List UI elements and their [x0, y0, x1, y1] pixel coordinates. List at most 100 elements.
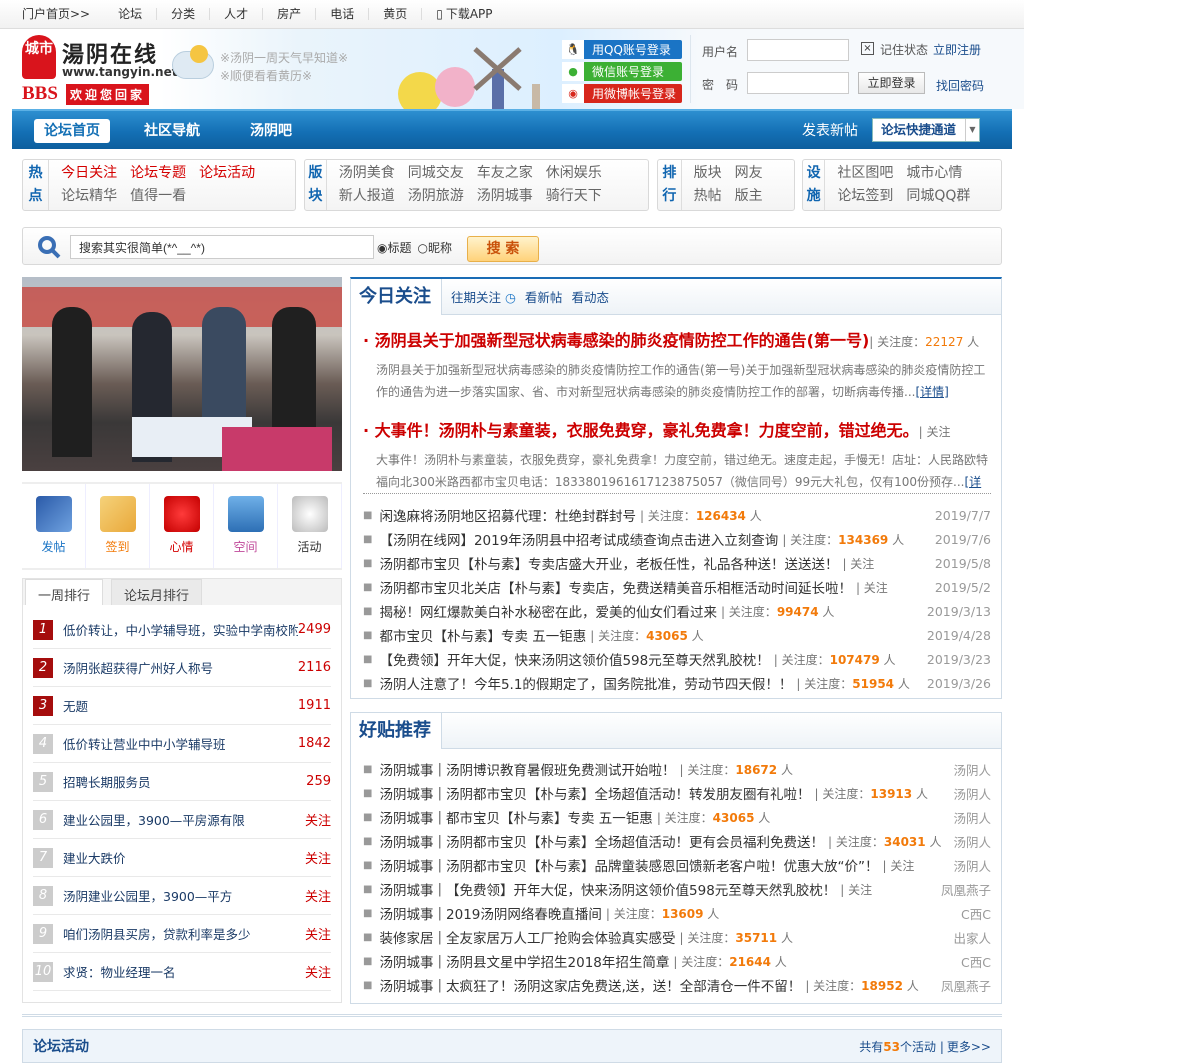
almanac-link[interactable]: ※顺便看看黄历※ — [220, 67, 348, 85]
category-link[interactable]: 汤阴城事 — [379, 975, 433, 995]
quick-link[interactable]: 汤阴城事 — [477, 185, 533, 208]
ranking-row[interactable]: 7 建业大跌价 关注 — [33, 839, 331, 877]
item-title[interactable]: 太疯狂了！汤阴这家店免费送,送，送！全部清仓一件不留！ — [446, 975, 801, 995]
category-link[interactable]: 汤阴城事 — [379, 831, 433, 851]
item-author[interactable]: 汤阴人 — [953, 832, 991, 851]
item-title[interactable]: 汤阴都市宝贝【朴与素】全场超值活动！更有会员福利免费送！ — [446, 831, 824, 851]
item-author[interactable]: 出家人 — [953, 928, 991, 947]
list-item[interactable]: ■ 汤阴城事 | 汤阴县文星中学招生2018年招生简章 | 关注度：21644 人 C西C — [363, 949, 991, 973]
list-item[interactable]: ■ 装修家居 | 全友家居万人工厂抢购会体验真实感受 | 关注度：35711 人 出家人 — [363, 925, 991, 949]
item-title[interactable]: 汤阴博识教育暑假班免费测试开始啦！ — [446, 759, 676, 779]
item-title[interactable]: 汤阴都市宝贝【朴与素】专卖店盛大开业，老板任性，礼品各种送！送送送！ — [379, 553, 838, 573]
new-post-link[interactable]: 发表新帖 — [792, 119, 868, 143]
topbar-link-forum[interactable]: 论坛 — [104, 8, 158, 20]
item-author[interactable]: 凤凰燕子 — [941, 976, 991, 995]
quick-link[interactable]: 同城交友 — [408, 162, 464, 185]
nav-tangyin-bar[interactable]: 汤阴吧 — [240, 119, 302, 143]
quick-icon-2[interactable]: 心情 — [150, 484, 214, 568]
activity-more-link[interactable]: 更多>> — [947, 1038, 991, 1055]
item-title[interactable]: 2019汤阴网络春晚直播间 — [446, 903, 602, 923]
topbar-link-jobs[interactable]: 人才 — [210, 8, 264, 20]
item-author[interactable]: 凤凰燕子 — [941, 880, 991, 899]
quick-link[interactable]: 今日关注 — [61, 162, 117, 185]
item-title[interactable]: 汤阴县文星中学招生2018年招生简章 — [446, 951, 669, 971]
quick-icon-1[interactable]: 签到 — [86, 484, 150, 568]
item-title[interactable]: 闲逸麻将汤阴地区招募代理：杜绝封群封号 — [379, 505, 636, 525]
item-title[interactable]: 汤阴都市宝贝【朴与素】品牌童装感恩回馈新老客户啦！优惠大放“价”！ — [446, 855, 879, 875]
category-link[interactable]: 汤阴城事 — [379, 903, 433, 923]
item-author[interactable]: 汤阴人 — [953, 856, 991, 875]
quick-link[interactable]: 同城QQ群 — [906, 185, 970, 208]
quick-link[interactable]: 汤阴美食 — [339, 162, 395, 185]
qq-login-button[interactable]: 🐧 用QQ账号登录 — [562, 40, 682, 59]
rank-title[interactable]: 咱们汤阴县买房，贷款利率是多少 — [63, 924, 305, 943]
quick-link[interactable]: 值得一看 — [130, 185, 186, 208]
quick-link[interactable]: 社区图吧 — [837, 162, 893, 185]
ranking-row[interactable]: 5 招聘长期服务员 259 — [33, 763, 331, 801]
tab-weekly[interactable]: 一周排行 — [25, 579, 103, 605]
past-focus-link[interactable]: 往期关注 ◷ — [451, 287, 516, 306]
rank-title[interactable]: 低价转让营业中中小学辅导班 — [63, 734, 298, 753]
rank-title[interactable]: 汤阴张超获得广州好人称号 — [63, 658, 298, 677]
list-item[interactable]: ■ 汤阴城事 | 汤阴都市宝贝【朴与素】全场超值活动！更有会员福利免费送！ | 关注度：… — [363, 829, 991, 853]
item-author[interactable]: C西C — [961, 904, 991, 923]
list-item[interactable]: ■ 汤阴都市宝贝【朴与素】专卖店盛大开业，老板任性，礼品各种送！送送送！ | 关注 2… — [363, 551, 991, 575]
rank-title[interactable]: 建业大跌价 — [63, 848, 305, 867]
weather-link[interactable]: ※汤阴一周天气早知道※ — [220, 49, 348, 67]
weibo-login-button[interactable]: ◉ 用微博帐号登录 — [562, 84, 682, 103]
nav-community[interactable]: 社区导航 — [134, 119, 210, 143]
category-link[interactable]: 汤阴城事 — [379, 855, 433, 875]
headline-title[interactable]: 汤阴县关于加强新型冠状病毒感染的肺炎疫情防控工作的通告(第一号) — [375, 331, 870, 350]
list-item[interactable]: ■ 汤阴人注意了！今年5.1的假期定了，国务院批准，劳动节四天假！！ | 关注度：5… — [363, 671, 991, 695]
ranking-row[interactable]: 10 求贤：物业经理一名 关注 — [33, 953, 331, 991]
topbar-link-phone[interactable]: 电话 — [316, 8, 370, 20]
quick-link[interactable]: 新人报道 — [339, 185, 395, 208]
quick-link[interactable]: 论坛签到 — [837, 185, 893, 208]
item-author[interactable]: 汤阴人 — [953, 760, 991, 779]
list-item[interactable]: ■ 【汤阴在线网】2019年汤阴县中招考试成绩查询点击进入立刻查询 | 关注度：13… — [363, 527, 991, 551]
category-link[interactable]: 汤阴城事 — [379, 951, 433, 971]
headline[interactable]: · 汤阴县关于加强新型冠状病毒感染的肺炎疫情防控工作的通告(第一号)| 关注度：… — [363, 327, 979, 351]
radio-title[interactable]: ◉ — [377, 241, 387, 255]
category-link[interactable]: 汤阴城事 — [379, 783, 433, 803]
quick-link[interactable]: 城市心情 — [906, 162, 962, 185]
quick-icon-4[interactable]: 活动 — [278, 484, 342, 568]
quick-icon-3[interactable]: 空间 — [214, 484, 278, 568]
topbar-link-realestate[interactable]: 房产 — [263, 8, 317, 20]
rank-title[interactable]: 招聘长期服务员 — [63, 772, 306, 791]
login-button[interactable]: 立即登录 — [858, 72, 925, 94]
ranking-row[interactable]: 1 低价转让，中小学辅导班，实验中学南校附 2499 — [33, 611, 331, 649]
category-link[interactable]: 汤阴城事 — [379, 759, 433, 779]
forgot-password-link[interactable]: 找回密码 — [936, 77, 984, 94]
list-item[interactable]: ■ 汤阴城事 | 都市宝贝【朴与素】专卖 五一钜惠 | 关注度：43065 人 汤阴人 — [363, 805, 991, 829]
search-button[interactable]: 搜 索 — [467, 236, 539, 262]
activity-title[interactable]: 论坛活动 — [33, 1036, 89, 1056]
quick-link[interactable]: 车友之家 — [477, 162, 533, 185]
topbar-link-portal[interactable]: 门户首页>> — [22, 8, 104, 20]
rank-title[interactable]: 低价转让，中小学辅导班，实验中学南校附 — [63, 620, 298, 639]
item-title[interactable]: 全友家居万人工厂抢购会体验真实感受 — [446, 927, 676, 947]
list-item[interactable]: ■ 汤阴城事 | 汤阴都市宝贝【朴与素】品牌童装感恩回馈新老客户啦！优惠大放“价”！ |… — [363, 853, 991, 877]
list-item[interactable]: ■ 汤阴城事 | 汤阴博识教育暑假班免费测试开始啦！ | 关注度：18672 人 汤阴人 — [363, 757, 991, 781]
rank-title[interactable]: 汤阴建业公园里，3900—平方 — [63, 886, 305, 905]
weather-links[interactable]: ※汤阴一周天气早知道※ ※顺便看看黄历※ — [220, 49, 348, 85]
activity-feed-link[interactable]: 看动态 — [571, 287, 609, 306]
topbar-link-classified[interactable]: 分类 — [157, 8, 211, 20]
item-author[interactable]: C西C — [961, 952, 991, 971]
list-item[interactable]: ■ 汤阴城事 | 2019汤阴网络春晚直播间 | 关注度：13609 人 C西C — [363, 901, 991, 925]
ranking-row[interactable]: 6 建业公园里，3900—平房源有限 关注 — [33, 801, 331, 839]
rank-title[interactable]: 无题 — [63, 696, 298, 715]
password-input[interactable] — [747, 72, 849, 94]
list-item[interactable]: ■ 闲逸麻将汤阴地区招募代理：杜绝封群封号 | 关注度：126434 人 2019/7… — [363, 503, 991, 527]
quick-link[interactable]: 版主 — [735, 185, 763, 208]
list-item[interactable]: ■ 汤阴城事 | 太疯狂了！汤阴这家店免费送,送，送！全部清仓一件不留！ | 关注度：1… — [363, 973, 991, 997]
quick-link[interactable]: 休闲娱乐 — [546, 162, 602, 185]
quick-link[interactable]: 汤阴旅游 — [408, 185, 464, 208]
item-author[interactable]: 汤阴人 — [953, 808, 991, 827]
ranking-row[interactable]: 2 汤阴张超获得广州好人称号 2116 — [33, 649, 331, 687]
item-title[interactable]: 都市宝贝【朴与素】专卖 五一钜惠 — [446, 807, 653, 827]
category-link[interactable]: 装修家居 — [379, 927, 433, 947]
ranking-row[interactable]: 4 低价转让营业中中小学辅导班 1842 — [33, 725, 331, 763]
featured-photo[interactable] — [22, 277, 342, 471]
list-item[interactable]: ■ 【免费领】开年大促，快来汤阴这领价值598元至尊天然乳胶枕！ | 关注度：107… — [363, 647, 991, 671]
